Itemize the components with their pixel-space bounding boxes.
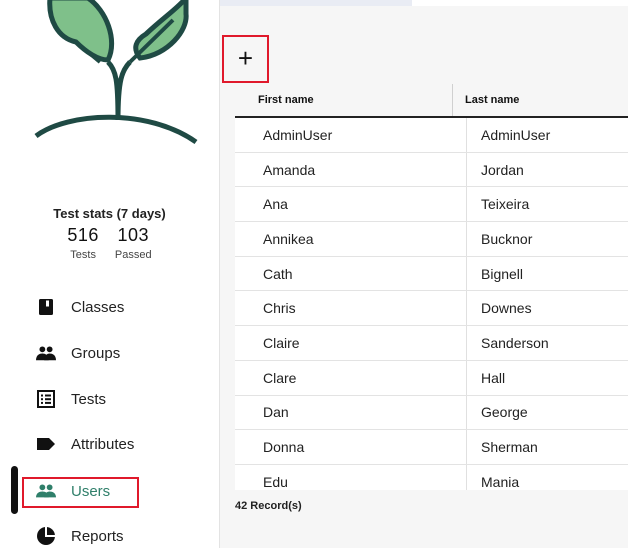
test-stats: Test stats (7 days) 516 Tests 103 Passed: [0, 206, 219, 261]
passed-count: 103: [117, 225, 150, 245]
first-name-cell: Dan: [235, 395, 467, 430]
table-row[interactable]: Clare Hall: [235, 360, 628, 396]
table-row[interactable]: Donna Sherman: [235, 430, 628, 465]
first-name-cell: Chris: [235, 291, 467, 326]
tests-label: Tests: [70, 249, 96, 261]
nav-label-attributes: Attributes: [71, 435, 135, 453]
first-name-cell: Claire: [235, 326, 467, 360]
checklist-icon: [36, 389, 56, 409]
nav-label-classes: Classes: [71, 298, 125, 316]
last-name-cell: Hall: [481, 369, 506, 386]
passed-stat: 103 Passed: [115, 225, 152, 261]
table-row[interactable]: Cath Bignell: [235, 256, 628, 292]
add-user-highlight-box: +: [222, 35, 269, 83]
last-name-cell: Mania: [481, 473, 520, 490]
users-table: First name Last name AdminUser AdminUser …: [235, 84, 628, 490]
people-icon: [36, 343, 56, 363]
first-name-cell: Annikea: [235, 222, 467, 256]
table-row[interactable]: AdminUser AdminUser: [235, 118, 628, 153]
test-stats-title: Test stats (7 days): [53, 206, 166, 221]
table-row[interactable]: Chris Downes: [235, 291, 628, 327]
table-body: AdminUser AdminUser Amanda Jordan Ana Teixe…: [235, 118, 628, 490]
record-count: 42 Record(s): [235, 500, 302, 512]
users-highlight-box: [22, 477, 139, 508]
last-name-cell: Bucknor: [481, 230, 533, 247]
pie-chart-icon: [36, 526, 56, 546]
first-name-cell: Clare: [235, 360, 467, 395]
last-name-cell: George: [481, 404, 528, 421]
last-name-cell: AdminUser: [481, 126, 551, 143]
column-header-last-name[interactable]: Last name: [453, 84, 628, 116]
sidebar: Test stats (7 days) 516 Tests 103 Passed…: [0, 0, 219, 548]
last-name-cell: Jordan: [481, 161, 524, 178]
first-name-cell: Amanda: [235, 152, 467, 187]
tests-stat: 516 Tests: [67, 225, 99, 261]
nav-item-groups[interactable]: Groups: [0, 334, 219, 372]
table-row[interactable]: Ana Teixeira: [235, 187, 628, 223]
first-name-cell: Donna: [235, 430, 467, 464]
first-name-cell: AdminUser: [235, 118, 467, 152]
first-name-cell: Cath: [235, 256, 467, 291]
nav-label-groups: Groups: [71, 344, 121, 362]
first-name-cell: Edu: [235, 464, 467, 490]
table-header: First name Last name: [235, 84, 628, 118]
table-row[interactable]: Annikea Bucknor: [235, 222, 628, 257]
nav-item-tests[interactable]: Tests: [0, 380, 219, 418]
table-row[interactable]: Edu Mania: [235, 464, 628, 490]
nav-item-classes[interactable]: Classes: [0, 288, 219, 326]
column-header-first-name[interactable]: First name: [235, 84, 453, 116]
last-name-cell: Bignell: [481, 265, 524, 282]
last-name-cell: Teixeira: [481, 196, 530, 213]
tag-icon: [36, 434, 56, 454]
first-name-cell: Ana: [235, 187, 467, 222]
add-user-button[interactable]: +: [238, 45, 253, 71]
tests-count: 516: [67, 225, 99, 245]
last-name-cell: Sherman: [481, 439, 538, 456]
test-stats-row: 516 Tests 103 Passed: [0, 225, 219, 261]
passed-label: Passed: [114, 249, 152, 261]
main-content: + First name Last name AdminUser AdminUse…: [220, 6, 628, 548]
table-row[interactable]: Dan George: [235, 395, 628, 431]
nav-label-tests: Tests: [71, 390, 107, 408]
nav-label-reports: Reports: [71, 527, 124, 545]
nav-item-reports[interactable]: Reports: [0, 517, 219, 555]
last-name-cell: Sanderson: [481, 334, 549, 351]
book-icon: [36, 297, 56, 317]
last-name-cell: Downes: [481, 300, 532, 317]
table-row[interactable]: Amanda Jordan: [235, 152, 628, 188]
plant-logo: [34, 0, 198, 145]
nav-item-attributes[interactable]: Attributes: [0, 425, 219, 463]
table-row[interactable]: Claire Sanderson: [235, 326, 628, 361]
